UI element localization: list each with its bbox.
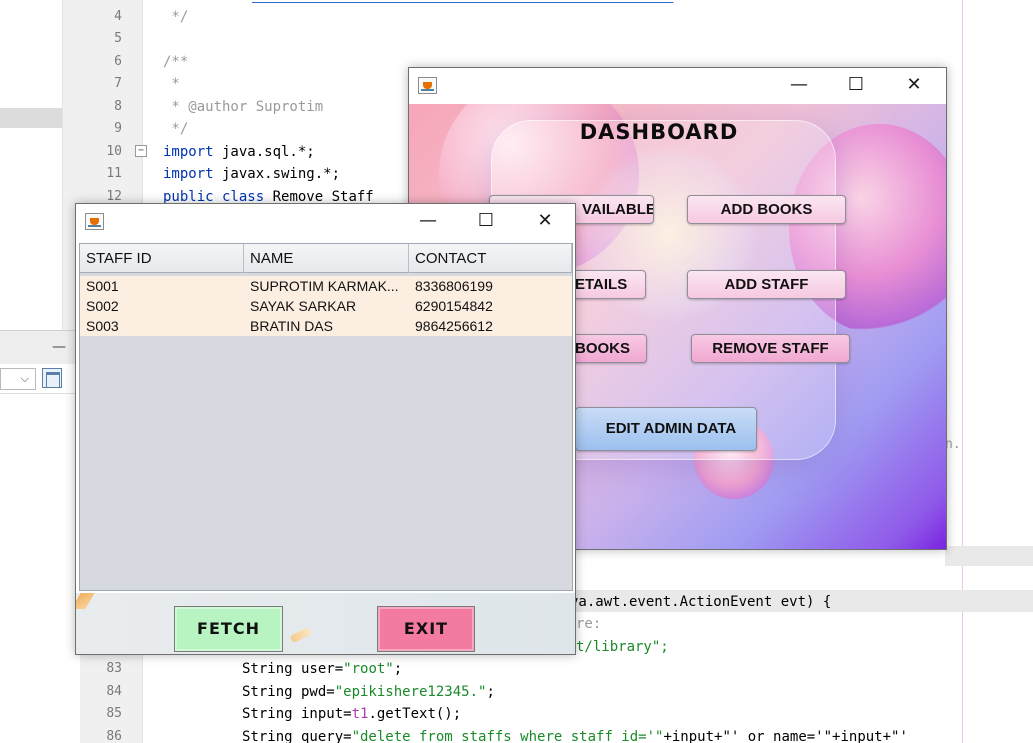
- code-fragment-right: n.: [945, 437, 961, 452]
- dashboard-title: DASHBOARD: [579, 120, 739, 144]
- table-row[interactable]: S003 BRATIN DAS 9864256612: [80, 316, 572, 336]
- right-margin-line: [962, 0, 963, 743]
- fetch-button[interactable]: FETCH: [174, 606, 283, 652]
- project-tree-selected-row[interactable]: [0, 108, 62, 128]
- table-row[interactable]: S001 SUPROTIM KARMAK... 8336806199: [80, 276, 572, 296]
- add-staff-button[interactable]: ADD STAFF: [687, 270, 846, 299]
- minimize-button[interactable]: —: [406, 204, 450, 240]
- code-line-action-event: va.awt.event.ActionEvent evt) {: [570, 594, 832, 610]
- remove-staff-button[interactable]: REMOVE STAFF: [691, 334, 850, 363]
- line-number: 4: [114, 9, 122, 24]
- line-number: 5: [114, 31, 122, 46]
- navigator-combo[interactable]: ⌵: [0, 368, 36, 390]
- minimize-panel-icon[interactable]: —: [52, 339, 66, 355]
- line-number: 86: [106, 729, 122, 743]
- desktop: — ⌵ 4 */ 5 6 /** 7 * 8 * @author Suproti…: [0, 0, 1033, 743]
- staff-content: STAFF ID NAME CONTACT S001 SUPROTIM KARM…: [76, 240, 575, 654]
- java-app-icon: [85, 213, 104, 230]
- code-line: import java.sql.*;: [163, 144, 315, 160]
- code-line: *: [163, 76, 180, 92]
- table-header: STAFF ID NAME CONTACT: [80, 244, 572, 273]
- editor-highlight-band: [945, 546, 1033, 566]
- line-number: 7: [114, 76, 122, 91]
- line-number: 85: [106, 706, 122, 721]
- code-line: import javax.swing.*;: [163, 166, 341, 182]
- add-books-button[interactable]: ADD BOOKS: [687, 195, 846, 224]
- close-button[interactable]: ✕: [892, 68, 936, 104]
- staff-table[interactable]: STAFF ID NAME CONTACT S001 SUPROTIM KARM…: [79, 243, 573, 591]
- line-number: 84: [106, 684, 122, 699]
- column-header-name[interactable]: NAME: [244, 244, 409, 273]
- cell-name: SUPROTIM KARMAK...: [250, 278, 399, 294]
- code-line: String pwd="epikishere12345.";: [242, 684, 495, 700]
- ide-left-panel: — ⌵: [0, 0, 80, 743]
- line-number: 10: [106, 144, 122, 159]
- code-line-3-link: [252, 0, 673, 8]
- code-line: * @author Suprotim: [163, 99, 324, 115]
- cell-staff-id: S002: [86, 298, 119, 314]
- code-line: */: [163, 121, 189, 137]
- code-line: String input=t1.getText();: [242, 706, 462, 722]
- decor-streak: [289, 626, 313, 644]
- cell-name: SAYAK SARKAR: [250, 298, 357, 314]
- maximize-button[interactable]: ☐: [464, 204, 508, 240]
- cell-name: BRATIN DAS: [250, 318, 333, 334]
- staff-list-window: — ☐ ✕ STAFF ID NAME CONTACT S001 SUPROTI…: [75, 203, 576, 655]
- dashboard-titlebar[interactable]: — ☐ ✕: [409, 68, 946, 104]
- code-line: */: [163, 9, 189, 25]
- navigator-panel-header: —: [0, 330, 80, 364]
- cell-staff-id: S001: [86, 278, 119, 294]
- minimize-button[interactable]: —: [777, 68, 821, 104]
- line-number: 83: [106, 661, 122, 676]
- decor-streak: [76, 593, 95, 609]
- cell-contact: 9864256612: [415, 318, 493, 334]
- code-line: /**: [163, 54, 189, 70]
- close-button[interactable]: ✕: [523, 204, 567, 240]
- staff-button-bar: FETCH EXIT: [76, 593, 575, 654]
- cell-contact: 6290154842: [415, 298, 493, 314]
- window-layout-icon[interactable]: [42, 368, 62, 388]
- staff-titlebar[interactable]: — ☐ ✕: [76, 204, 575, 240]
- cell-staff-id: S003: [86, 318, 119, 334]
- line-number: 9: [114, 121, 122, 136]
- column-header-contact[interactable]: CONTACT: [409, 244, 572, 273]
- maximize-button[interactable]: ☐: [834, 68, 878, 104]
- java-app-icon: [418, 77, 437, 94]
- code-line: String user="root";: [242, 661, 403, 677]
- code-line-comment: re:: [576, 616, 602, 632]
- fold-toggle-icon[interactable]: −: [135, 145, 147, 157]
- exit-button[interactable]: EXIT: [377, 606, 475, 652]
- column-header-staff-id[interactable]: STAFF ID: [80, 244, 244, 273]
- edit-admin-data-button[interactable]: EDIT ADMIN DATA: [575, 407, 757, 451]
- line-number: 8: [114, 99, 122, 114]
- code-line-url: t/library";: [576, 639, 669, 655]
- code-line: String query="delete from staffs where s…: [242, 729, 908, 743]
- cell-contact: 8336806199: [415, 278, 493, 294]
- line-number: 11: [106, 166, 122, 181]
- line-number: 6: [114, 54, 122, 69]
- table-row[interactable]: S002 SAYAK SARKAR 6290154842: [80, 296, 572, 316]
